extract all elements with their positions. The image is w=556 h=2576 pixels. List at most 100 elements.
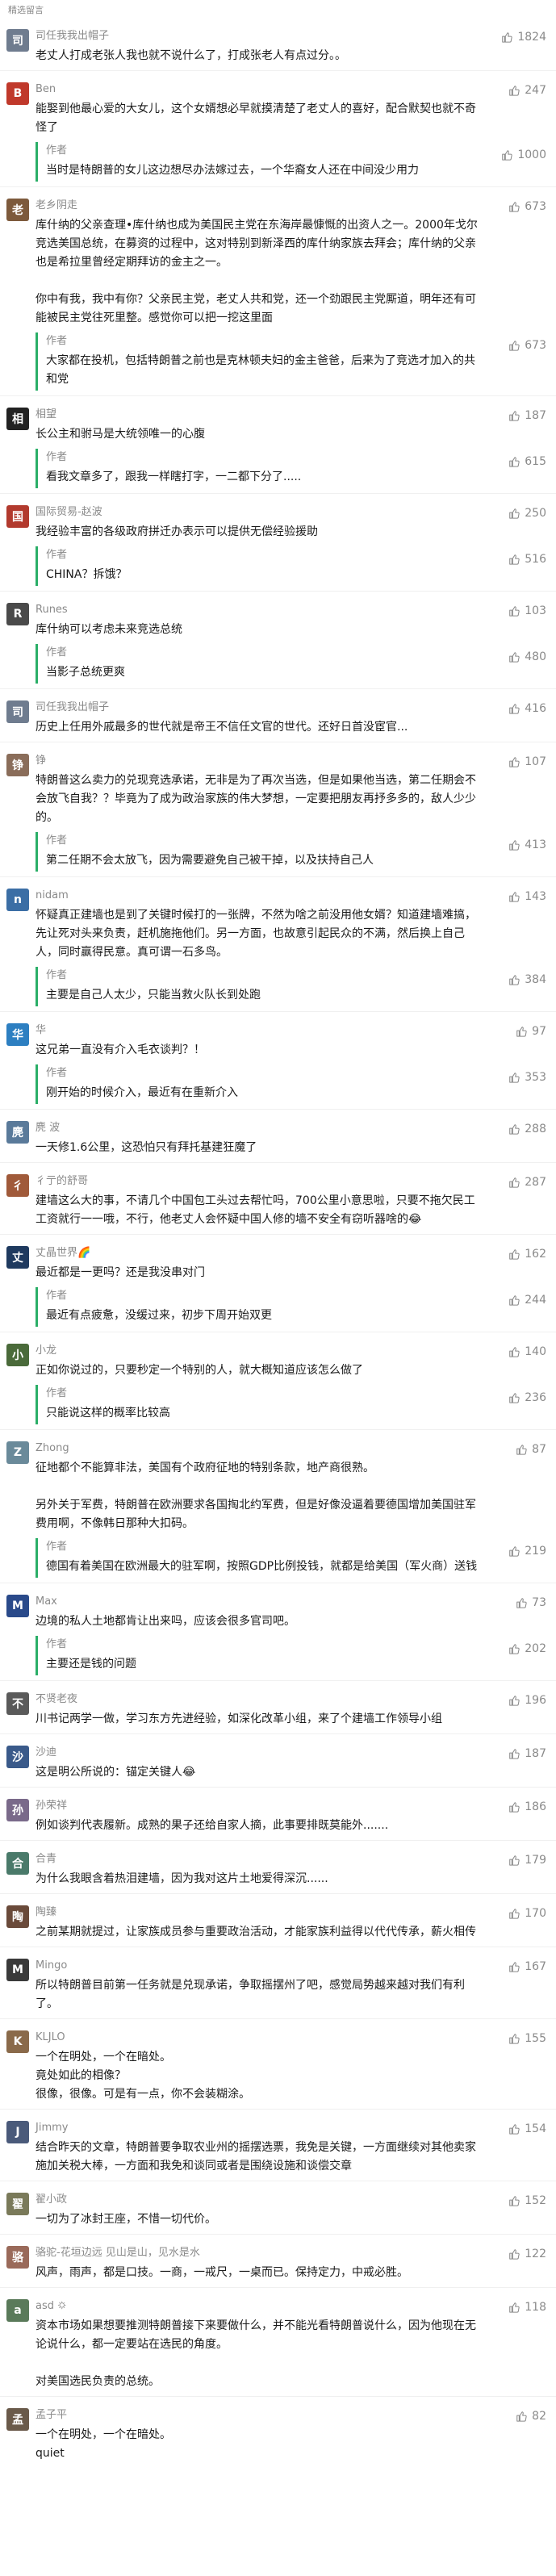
like-button[interactable]: 288 <box>508 1123 546 1135</box>
like-button[interactable]: 167 <box>508 1960 546 1973</box>
avatar[interactable]: J <box>6 2121 29 2143</box>
reply-like-button[interactable]: 516 <box>508 553 546 566</box>
reply-like-button[interactable]: 219 <box>508 1545 546 1558</box>
commenter-name[interactable]: Runes <box>36 603 483 617</box>
commenter-name[interactable]: 孙荣祥 <box>36 1799 483 1813</box>
avatar[interactable]: 司 <box>6 700 29 723</box>
like-button[interactable]: 247 <box>508 84 546 97</box>
avatar[interactable]: 司 <box>6 29 29 52</box>
commenter-name[interactable]: 华 <box>36 1023 483 1038</box>
commenter-name[interactable]: 彳亍的舒哥 <box>36 1174 483 1189</box>
like-button[interactable]: 170 <box>508 1907 546 1920</box>
avatar[interactable]: 孟 <box>6 2408 29 2431</box>
commenter-name[interactable]: 小龙 <box>36 1344 483 1358</box>
avatar[interactable]: K <box>6 2030 29 2053</box>
like-button[interactable]: 673 <box>508 200 546 213</box>
avatar[interactable]: 铮 <box>6 754 29 776</box>
like-button[interactable]: 97 <box>516 1025 546 1038</box>
commenter-name[interactable]: 司任我我出帽子 <box>36 29 483 44</box>
like-button[interactable]: 140 <box>508 1345 546 1358</box>
reply-like-button[interactable]: 236 <box>508 1391 546 1404</box>
avatar[interactable]: 合 <box>6 1852 29 1875</box>
like-button[interactable]: 122 <box>508 2248 546 2260</box>
like-button[interactable]: 186 <box>508 1800 546 1813</box>
commenter-name[interactable]: 司任我我出帽子 <box>36 700 483 715</box>
avatar[interactable]: 小 <box>6 1344 29 1366</box>
commenter-name[interactable]: 丈晶世界🌈 <box>36 1246 483 1261</box>
commenter-name[interactable]: Ben <box>36 82 483 97</box>
avatar[interactable]: Z <box>6 1441 29 1464</box>
commenter-name[interactable]: 合青 <box>36 1852 483 1867</box>
commenter-name[interactable]: KLJLO <box>36 2030 483 2045</box>
avatar[interactable]: 相 <box>6 408 29 430</box>
like-button[interactable]: 73 <box>516 1596 546 1609</box>
commenter-name[interactable]: 孟子平 <box>36 2408 483 2423</box>
avatar[interactable]: 丈 <box>6 1246 29 1269</box>
like-button[interactable]: 416 <box>508 702 546 715</box>
reply-like-button[interactable]: 615 <box>508 455 546 468</box>
reply-like-button[interactable]: 1000 <box>501 148 546 161</box>
avatar[interactable]: 陶 <box>6 1905 29 1928</box>
avatar[interactable]: 孙 <box>6 1799 29 1821</box>
avatar[interactable]: R <box>6 603 29 625</box>
commenter-name[interactable]: asd 🌣 <box>36 2299 483 2314</box>
reply-like-count: 673 <box>525 339 546 352</box>
avatar[interactable]: B <box>6 82 29 105</box>
like-button[interactable]: 118 <box>508 2301 546 2314</box>
reply-like-button[interactable]: 384 <box>508 973 546 986</box>
like-button[interactable]: 103 <box>508 604 546 617</box>
like-button[interactable]: 187 <box>508 409 546 422</box>
avatar[interactable]: 骆 <box>6 2246 29 2269</box>
like-button[interactable]: 143 <box>508 890 546 903</box>
like-button[interactable]: 87 <box>516 1443 546 1456</box>
commenter-name[interactable]: Zhong <box>36 1441 483 1456</box>
like-button[interactable]: 187 <box>508 1747 546 1760</box>
like-button[interactable]: 250 <box>508 507 546 520</box>
commenter-name[interactable]: 沙迪 <box>36 1746 483 1760</box>
like-button[interactable]: 82 <box>516 2410 546 2423</box>
like-button[interactable]: 162 <box>508 1248 546 1261</box>
commenter-name[interactable]: 老乡阴走 <box>36 199 483 213</box>
commenter-name[interactable]: 铮 <box>36 754 483 768</box>
like-button[interactable]: 179 <box>508 1854 546 1867</box>
reply-like-button[interactable]: 480 <box>508 650 546 663</box>
like-button[interactable]: 287 <box>508 1176 546 1189</box>
author-reply: 作者 最近有点疲惫，没缓过来，初步下周开始双更 244 <box>36 1287 546 1327</box>
avatar[interactable]: 老 <box>6 199 29 221</box>
like-button[interactable]: 155 <box>508 2032 546 2045</box>
commenter-name[interactable]: Max <box>36 1595 483 1609</box>
commenter-name[interactable]: Mingo <box>36 1959 483 1973</box>
commenter-name[interactable]: 国际贸易-赵波 <box>36 505 483 520</box>
commenter-name[interactable]: 骆驼-花垣边远 见山是山，见水是水 <box>36 2246 483 2260</box>
commenter-name[interactable]: 翟小政 <box>36 2193 483 2207</box>
like-button[interactable]: 107 <box>508 755 546 768</box>
commenter-name[interactable]: 麂 波 <box>36 1121 483 1135</box>
avatar[interactable]: n <box>6 889 29 911</box>
commenter-name[interactable]: nidam <box>36 889 483 903</box>
commenter-name[interactable]: 不贤老夜 <box>36 1692 483 1707</box>
thumb-up-icon <box>509 411 520 421</box>
reply-like-button[interactable]: 673 <box>508 339 546 352</box>
reply-like-button[interactable]: 202 <box>508 1642 546 1655</box>
avatar[interactable]: 国 <box>6 505 29 528</box>
like-button[interactable]: 196 <box>508 1694 546 1707</box>
avatar[interactable]: M <box>6 1959 29 1981</box>
like-button[interactable]: 152 <box>508 2194 546 2207</box>
avatar[interactable]: M <box>6 1595 29 1617</box>
commenter-name[interactable]: 相望 <box>36 408 483 422</box>
avatar[interactable]: 沙 <box>6 1746 29 1768</box>
commenter-name[interactable]: 陶臻 <box>36 1905 483 1920</box>
reply-like-button[interactable]: 353 <box>508 1071 546 1084</box>
avatar[interactable]: 彳 <box>6 1174 29 1197</box>
avatar[interactable]: 华 <box>6 1023 29 1046</box>
like-count: 673 <box>525 200 546 213</box>
avatar[interactable]: 不 <box>6 1692 29 1715</box>
avatar[interactable]: 麂 <box>6 1121 29 1144</box>
avatar[interactable]: 翟 <box>6 2193 29 2215</box>
reply-like-button[interactable]: 244 <box>508 1294 546 1307</box>
like-button[interactable]: 1824 <box>501 31 546 44</box>
avatar[interactable]: a <box>6 2299 29 2322</box>
commenter-name[interactable]: Jimmy <box>36 2121 483 2135</box>
like-button[interactable]: 154 <box>508 2122 546 2135</box>
reply-like-button[interactable]: 413 <box>508 838 546 851</box>
